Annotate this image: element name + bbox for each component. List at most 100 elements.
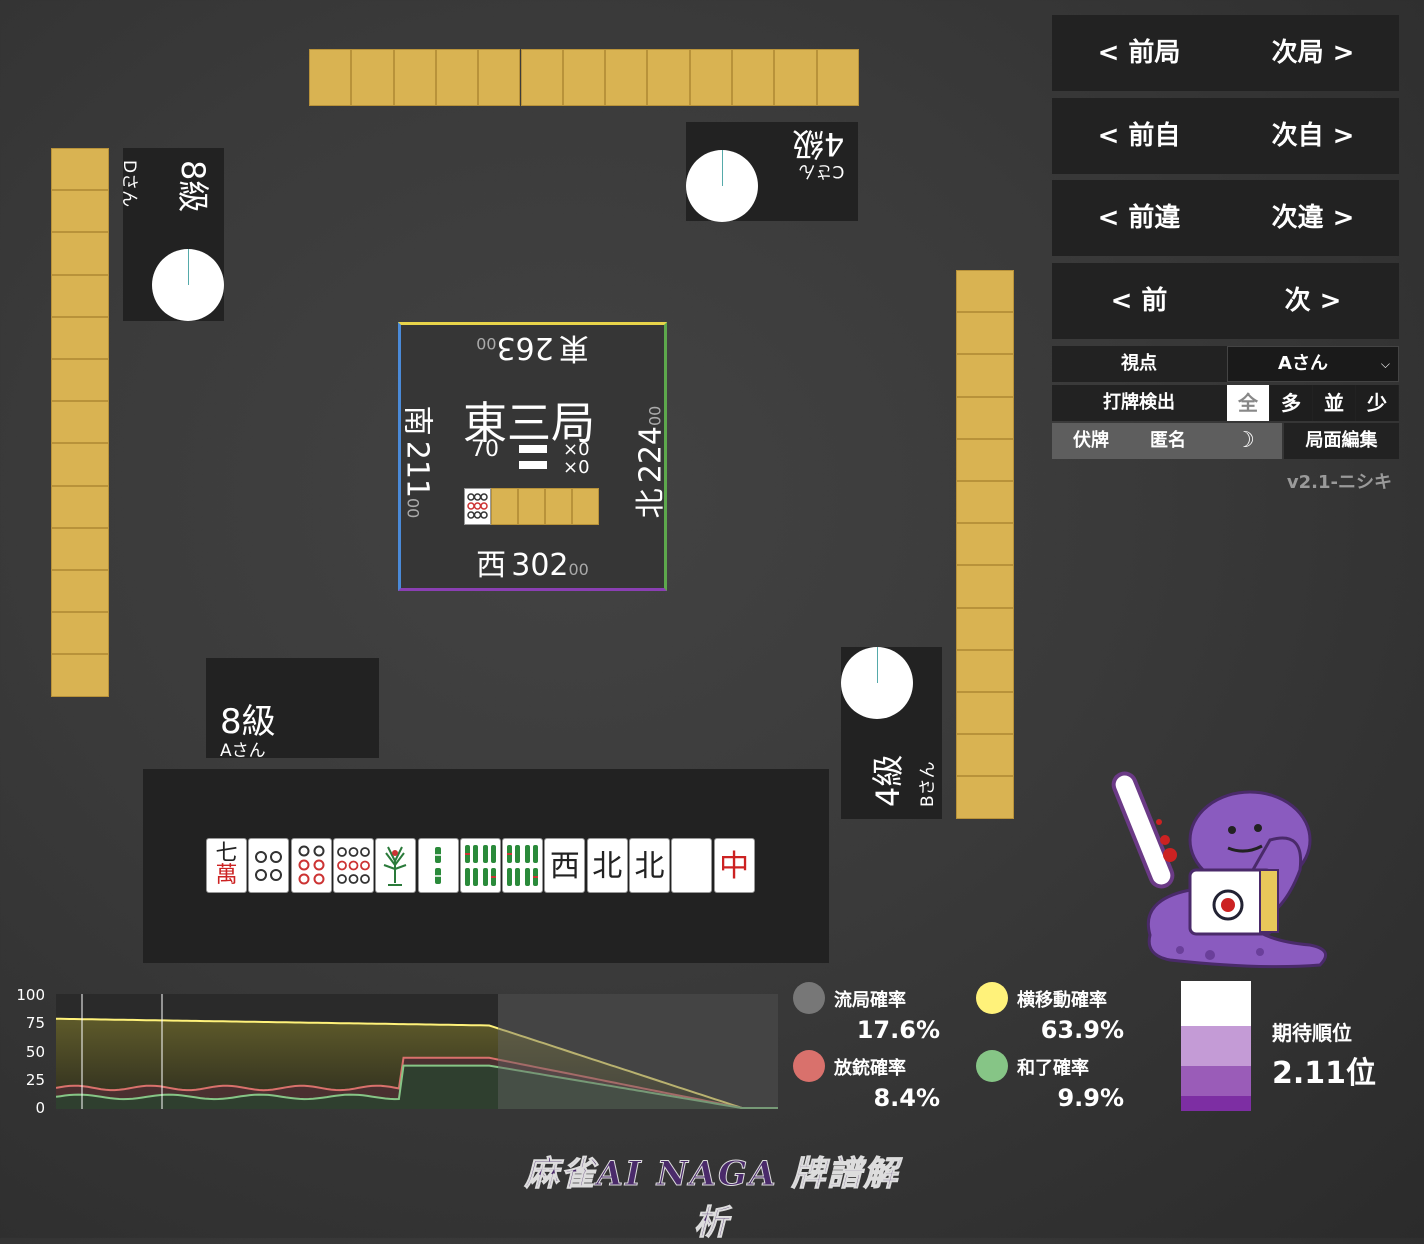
anonymous-toggle[interactable]: 匿名 xyxy=(1130,423,1206,459)
rank-segment xyxy=(1181,1066,1251,1096)
face-down-tile xyxy=(956,607,1014,650)
face-down-tile xyxy=(51,232,109,275)
prev-round-button[interactable]: < 前局 xyxy=(1052,15,1226,91)
face-down-tile xyxy=(393,49,436,106)
east-score: 263 xyxy=(496,330,554,365)
face-down-tile xyxy=(956,565,1014,608)
north-wind: 北 xyxy=(633,488,669,519)
nav-row-step: < 前 次 > xyxy=(1052,263,1399,339)
face-down-tile xyxy=(956,312,1014,355)
west-score-suffix: 00 xyxy=(568,560,589,579)
player-b-name: Bさん xyxy=(918,761,938,807)
rank-segment xyxy=(1181,1096,1251,1111)
yoko-dot xyxy=(976,982,1008,1014)
man-7-tile[interactable]: 七萬 xyxy=(206,838,247,893)
prev-button[interactable]: < 前 xyxy=(1052,263,1226,339)
discard-detect-row: 打牌検出 全多並少 xyxy=(1052,385,1399,421)
player-b-rank: 4級 xyxy=(869,754,907,807)
player-c-pie xyxy=(686,150,758,222)
probability-chart: 100 75 50 25 0 xyxy=(0,980,780,1117)
naga-mascot-icon xyxy=(1111,771,1328,969)
nav-row-round: < 前局 次局 > xyxy=(1052,15,1399,91)
naga-logo: 麻雀AI NAGA 牌譜解析 xyxy=(524,1154,900,1244)
hide-tiles-toggle[interactable]: 伏牌 xyxy=(1052,423,1130,459)
dead-wall-tile xyxy=(491,488,518,525)
sou-2-tile[interactable] xyxy=(417,838,459,893)
pin-9-tile[interactable] xyxy=(332,838,374,893)
edit-position-button[interactable]: 局面編集 xyxy=(1284,423,1399,459)
face-down-tile xyxy=(478,49,521,106)
north-tile[interactable]: 北 xyxy=(629,838,670,893)
player-c-name: Cさん xyxy=(798,161,844,181)
face-down-tile xyxy=(51,654,109,697)
next-button[interactable]: 次 > xyxy=(1226,263,1400,339)
expected-rank-label: 期待順位 xyxy=(1272,1021,1352,1045)
north-tile[interactable]: 北 xyxy=(586,838,628,893)
prev-diff-button[interactable]: < 前違 xyxy=(1052,180,1226,256)
face-down-tile xyxy=(51,443,109,486)
stick-icon xyxy=(519,445,547,453)
y-tick-label: 100 xyxy=(16,986,45,1004)
nav-row-self: < 前自 次自 > xyxy=(1052,98,1399,174)
expected-rank-value: 2.11位 xyxy=(1272,1056,1377,1091)
west-tile[interactable]: 西 xyxy=(544,838,586,893)
face-down-tile xyxy=(732,49,775,106)
face-down-tile xyxy=(435,49,479,106)
center-info-panel: 東 26300 西 30200 南 21100 北 22400 東三局 70 ×… xyxy=(398,322,669,591)
player-a-nameplate: 8級 Aさん xyxy=(206,658,379,761)
next-self-button[interactable]: 次自 > xyxy=(1226,98,1400,174)
face-down-tile xyxy=(956,692,1014,735)
west-wind: 西 xyxy=(476,548,507,583)
hora-label: 和了確率 xyxy=(1017,1058,1089,1079)
viewpoint-label: 視点 xyxy=(1121,353,1157,374)
options-row: 伏牌 匿名 ☽ 局面編集 xyxy=(1052,423,1399,459)
white-dragon-tile[interactable] xyxy=(671,838,713,893)
moon-icon[interactable]: ☽ xyxy=(1212,423,1278,459)
riichi-count: ×0 xyxy=(563,457,590,478)
y-tick-label: 25 xyxy=(25,1071,45,1089)
sou-1-tile[interactable] xyxy=(375,838,417,893)
pin-6-tile[interactable] xyxy=(290,838,332,893)
detect-option-2[interactable]: 並 xyxy=(1313,385,1355,421)
toggle-group: 伏牌 匿名 ☽ xyxy=(1052,423,1282,459)
face-down-tile xyxy=(956,396,1014,439)
face-down-tile xyxy=(956,734,1014,777)
pin-2-tile[interactable] xyxy=(248,838,290,893)
stick-icon xyxy=(519,461,547,469)
discard-detect-label: 打牌検出 xyxy=(1103,392,1175,413)
rank-segment xyxy=(1181,1026,1251,1066)
probability-chart-plot[interactable] xyxy=(56,994,778,1109)
sou-8-tile[interactable] xyxy=(459,838,501,893)
viewpoint-value: Aさん xyxy=(1278,353,1328,374)
next-round-button[interactable]: 次局 > xyxy=(1226,15,1400,91)
prev-self-button[interactable]: < 前自 xyxy=(1052,98,1226,174)
rank-segment xyxy=(1181,981,1251,1026)
red-dragon-tile[interactable]: 中 xyxy=(713,838,755,893)
player-c-rank: 4級 xyxy=(791,125,844,163)
ryukyoku-value: 17.6% xyxy=(856,1016,940,1044)
north-score-suffix: 00 xyxy=(645,405,665,426)
houju-dot xyxy=(793,1050,825,1082)
detect-option-3[interactable]: 少 xyxy=(1356,385,1398,421)
viewpoint-select[interactable]: Aさん ⌵ xyxy=(1227,346,1399,382)
yoko-label: 横移動確率 xyxy=(1017,990,1107,1011)
player-a-name: Aさん xyxy=(220,741,266,761)
player-d-pie xyxy=(152,249,224,321)
face-down-tile xyxy=(51,527,109,570)
face-down-tile xyxy=(51,485,109,528)
y-tick-label: 75 xyxy=(25,1014,45,1032)
dead-wall-tile xyxy=(518,488,545,525)
west-score: 302 xyxy=(511,548,569,583)
face-down-tile xyxy=(51,274,109,317)
chevron-down-icon: ⌵ xyxy=(1380,357,1390,371)
face-down-tile xyxy=(562,49,606,106)
face-down-tile xyxy=(956,481,1014,524)
y-tick-label: 50 xyxy=(25,1043,45,1061)
detect-option-1[interactable]: 多 xyxy=(1270,385,1312,421)
next-diff-button[interactable]: 次違 > xyxy=(1226,180,1400,256)
sou-8-tile[interactable] xyxy=(502,838,544,893)
nav-row-diff: < 前違 次違 > xyxy=(1052,180,1399,256)
viewpoint-row: 視点 Aさん ⌵ xyxy=(1052,346,1399,382)
detect-option-0[interactable]: 全 xyxy=(1227,385,1269,421)
ryukyoku-dot xyxy=(793,982,825,1014)
